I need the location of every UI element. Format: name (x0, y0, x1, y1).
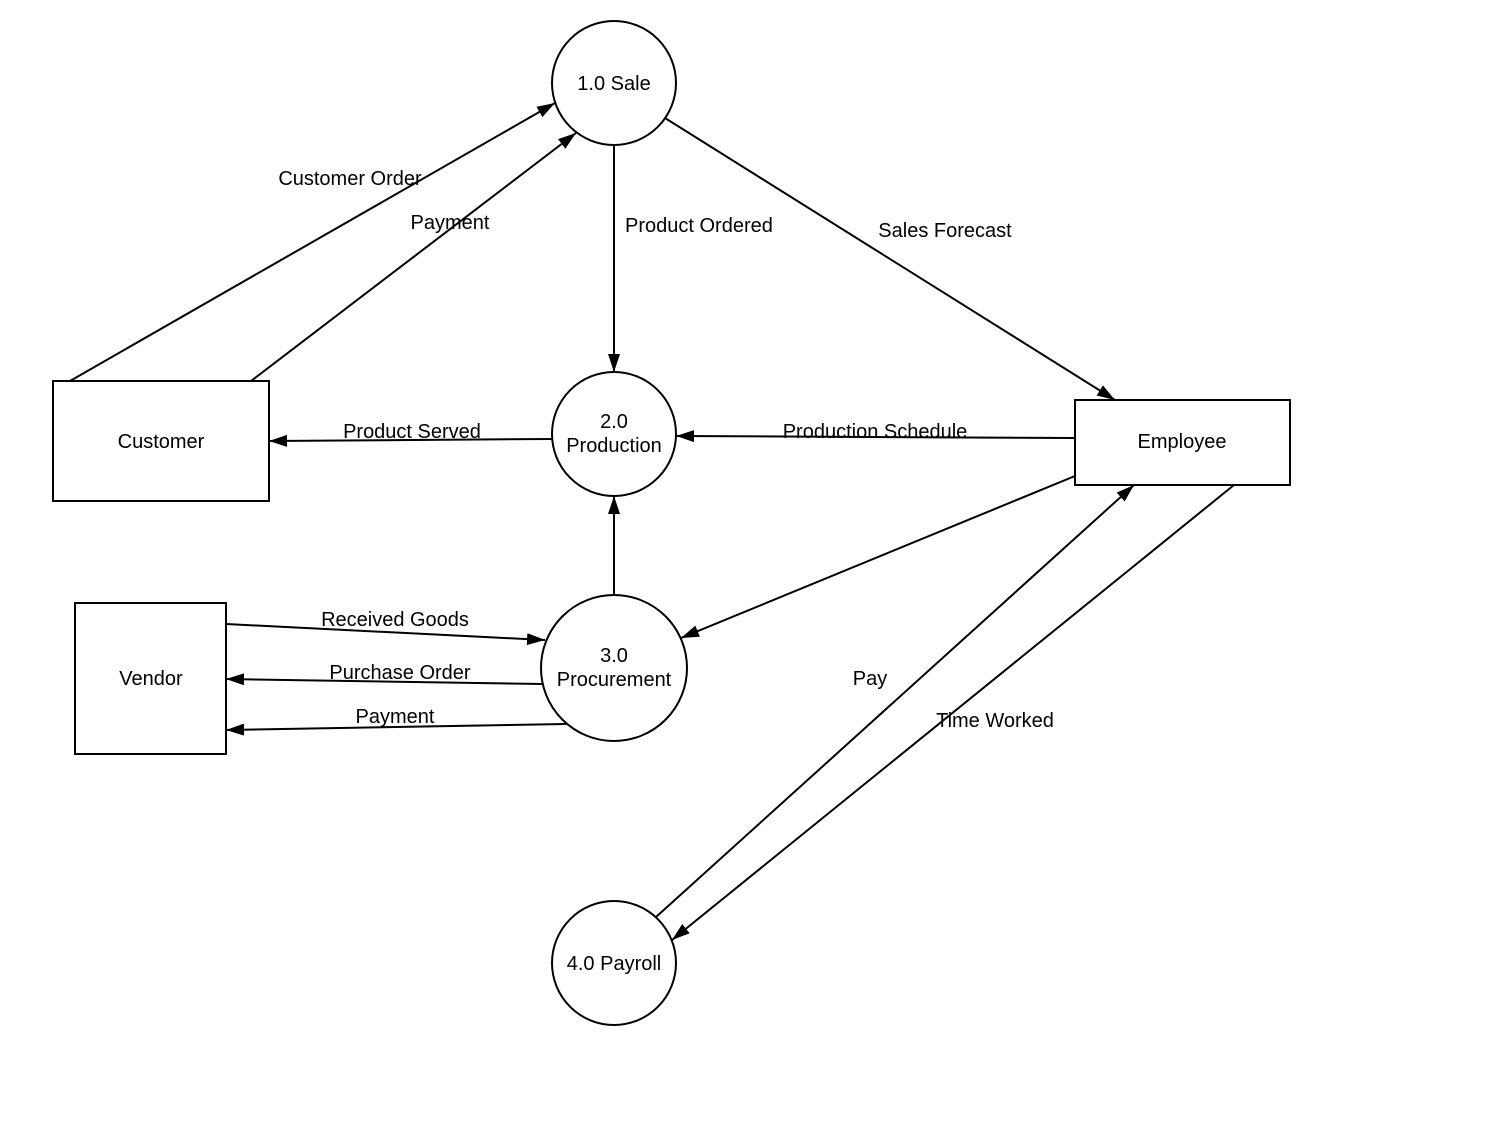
production-label-1: 2.0 (600, 411, 628, 433)
production-process (552, 372, 676, 496)
production-label-2: Production (566, 435, 662, 457)
procurement-label-2: Procurement (557, 669, 672, 691)
product-served-label: Product Served (343, 421, 481, 443)
sales-forecast-edge (665, 118, 1115, 400)
purchase-order-label: Purchase Order (329, 662, 471, 684)
payroll-label: 4.0 Payroll (567, 953, 662, 975)
procurement-process (541, 595, 687, 741)
sales-forecast-label: Sales Forecast (878, 220, 1012, 242)
received-goods-label: Received Goods (321, 609, 469, 631)
pay-label: Pay (853, 668, 887, 690)
payment-to-sale-label: Payment (411, 212, 490, 234)
production-schedule-label: Production Schedule (783, 421, 968, 443)
customer-order-label: Customer Order (278, 168, 422, 190)
vendor-label: Vendor (119, 668, 183, 690)
time-worked-label: Time Worked (936, 710, 1054, 732)
procurement-label-1: 3.0 (600, 645, 628, 667)
payment-to-vendor-label: Payment (356, 706, 435, 728)
employee-to-procurement-edge (681, 476, 1075, 638)
sale-label: 1.0 Sale (577, 73, 650, 95)
employee-label: Employee (1138, 431, 1227, 453)
product-ordered-label: Product Ordered (625, 215, 773, 237)
customer-label: Customer (118, 431, 205, 453)
customer-order-edge (70, 103, 555, 381)
